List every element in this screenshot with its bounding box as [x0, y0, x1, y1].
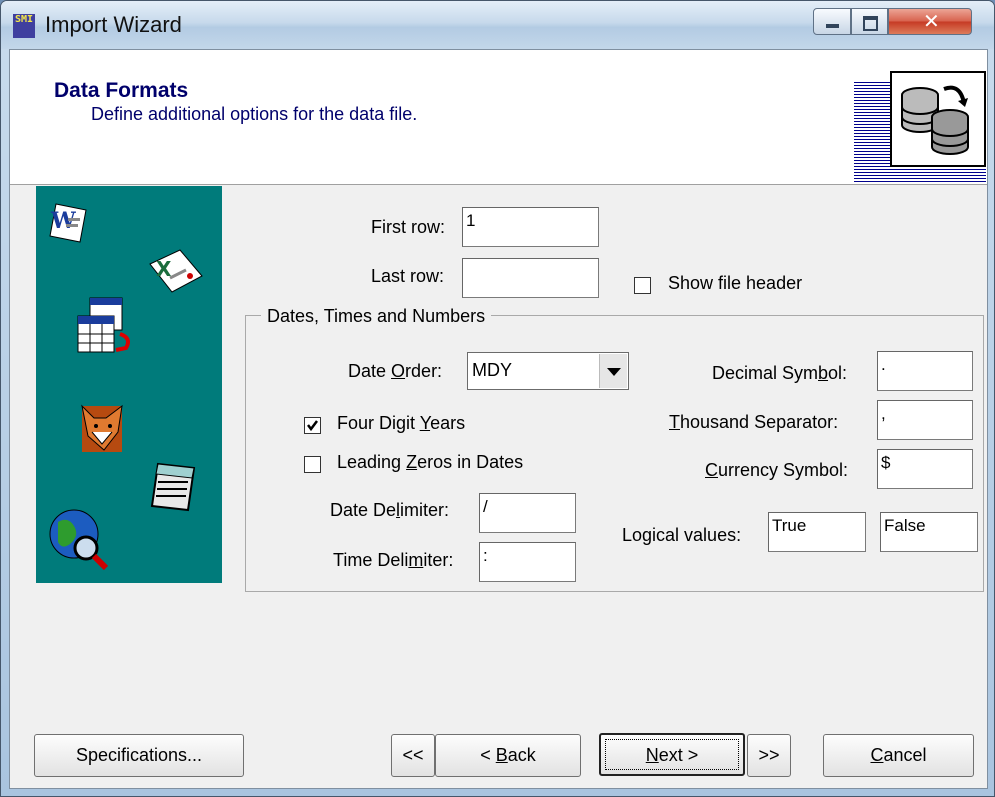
last-page-button[interactable]: >>	[747, 734, 791, 777]
minimize-button[interactable]	[813, 8, 851, 35]
maximize-button[interactable]	[851, 8, 888, 35]
time-delimiter-field[interactable]: :	[479, 542, 576, 582]
show-file-header-label[interactable]: Show file header	[668, 273, 802, 294]
time-delimiter-label: Time Delimiter:	[333, 550, 454, 570]
word-document-icon: W	[49, 203, 87, 243]
four-digit-years-label[interactable]: Four Digit Years	[337, 413, 465, 434]
date-order-value: MDY	[472, 360, 512, 380]
thousand-separator-field[interactable]: ,	[877, 400, 973, 440]
wizard-header: Data Formats Define additional options f…	[10, 50, 987, 185]
window-title: Import Wizard	[45, 12, 182, 37]
currency-symbol-label: Currency Symbol:	[705, 460, 849, 480]
wizard-sidebar: W X	[36, 186, 222, 583]
logical-false-field[interactable]: False	[880, 512, 978, 552]
cancel-button[interactable]: Cancel	[823, 734, 974, 777]
back-button[interactable]: < Back	[435, 734, 581, 777]
specifications-button[interactable]: Specifications...	[34, 734, 244, 777]
last-row-label: Last row:	[371, 266, 445, 286]
currency-symbol-field[interactable]: $	[877, 449, 973, 489]
first-row-field[interactable]: 1	[462, 207, 599, 247]
close-button[interactable]: ✕	[888, 8, 972, 35]
import-wizard-window: SMI Import Wizard ✕ Data Formats Define …	[0, 0, 995, 797]
date-order-dropdown[interactable]: MDY	[467, 352, 629, 390]
last-row-field[interactable]	[462, 258, 599, 298]
close-icon: ✕	[923, 9, 940, 33]
checkmark-icon	[307, 420, 318, 432]
title-bar[interactable]: SMI Import Wizard ✕	[1, 1, 994, 49]
page-title: Data Formats	[54, 79, 189, 102]
show-file-header-checkbox[interactable]	[634, 277, 651, 294]
web-globe-icon	[49, 509, 109, 571]
logical-values-label: Logical values:	[622, 525, 742, 545]
table-import-icon	[77, 297, 130, 353]
database-convert-icon	[890, 71, 986, 167]
leading-zeros-checkbox[interactable]	[304, 456, 321, 473]
excel-document-icon: X	[149, 249, 203, 293]
foxpro-icon	[81, 404, 123, 452]
four-digit-years-checkbox[interactable]	[304, 417, 321, 434]
date-order-label: Date Order:	[348, 361, 443, 381]
thousand-separator-label: Thousand Separator:	[669, 412, 839, 432]
decimal-symbol-field[interactable]: .	[877, 351, 973, 391]
page-subtitle: Define additional options for the data f…	[91, 104, 418, 124]
date-delimiter-field[interactable]: /	[479, 493, 576, 533]
app-icon[interactable]: SMI	[13, 14, 35, 38]
group-title: Dates, Times and Numbers	[261, 306, 492, 327]
wizard-client-area: Data Formats Define additional options f…	[9, 49, 988, 789]
next-button[interactable]: Next >	[599, 733, 745, 776]
first-page-button[interactable]: <<	[391, 734, 435, 777]
notepad-icon	[150, 462, 196, 512]
logical-true-field[interactable]: True	[768, 512, 866, 552]
svg-text:X: X	[156, 257, 172, 281]
date-delimiter-label: Date Delimiter:	[330, 500, 450, 520]
first-row-label: First row:	[371, 217, 445, 237]
chevron-down-icon[interactable]	[599, 354, 627, 388]
leading-zeros-label[interactable]: Leading Zeros in Dates	[337, 452, 523, 473]
decimal-symbol-label: Decimal Symbol:	[712, 363, 848, 383]
